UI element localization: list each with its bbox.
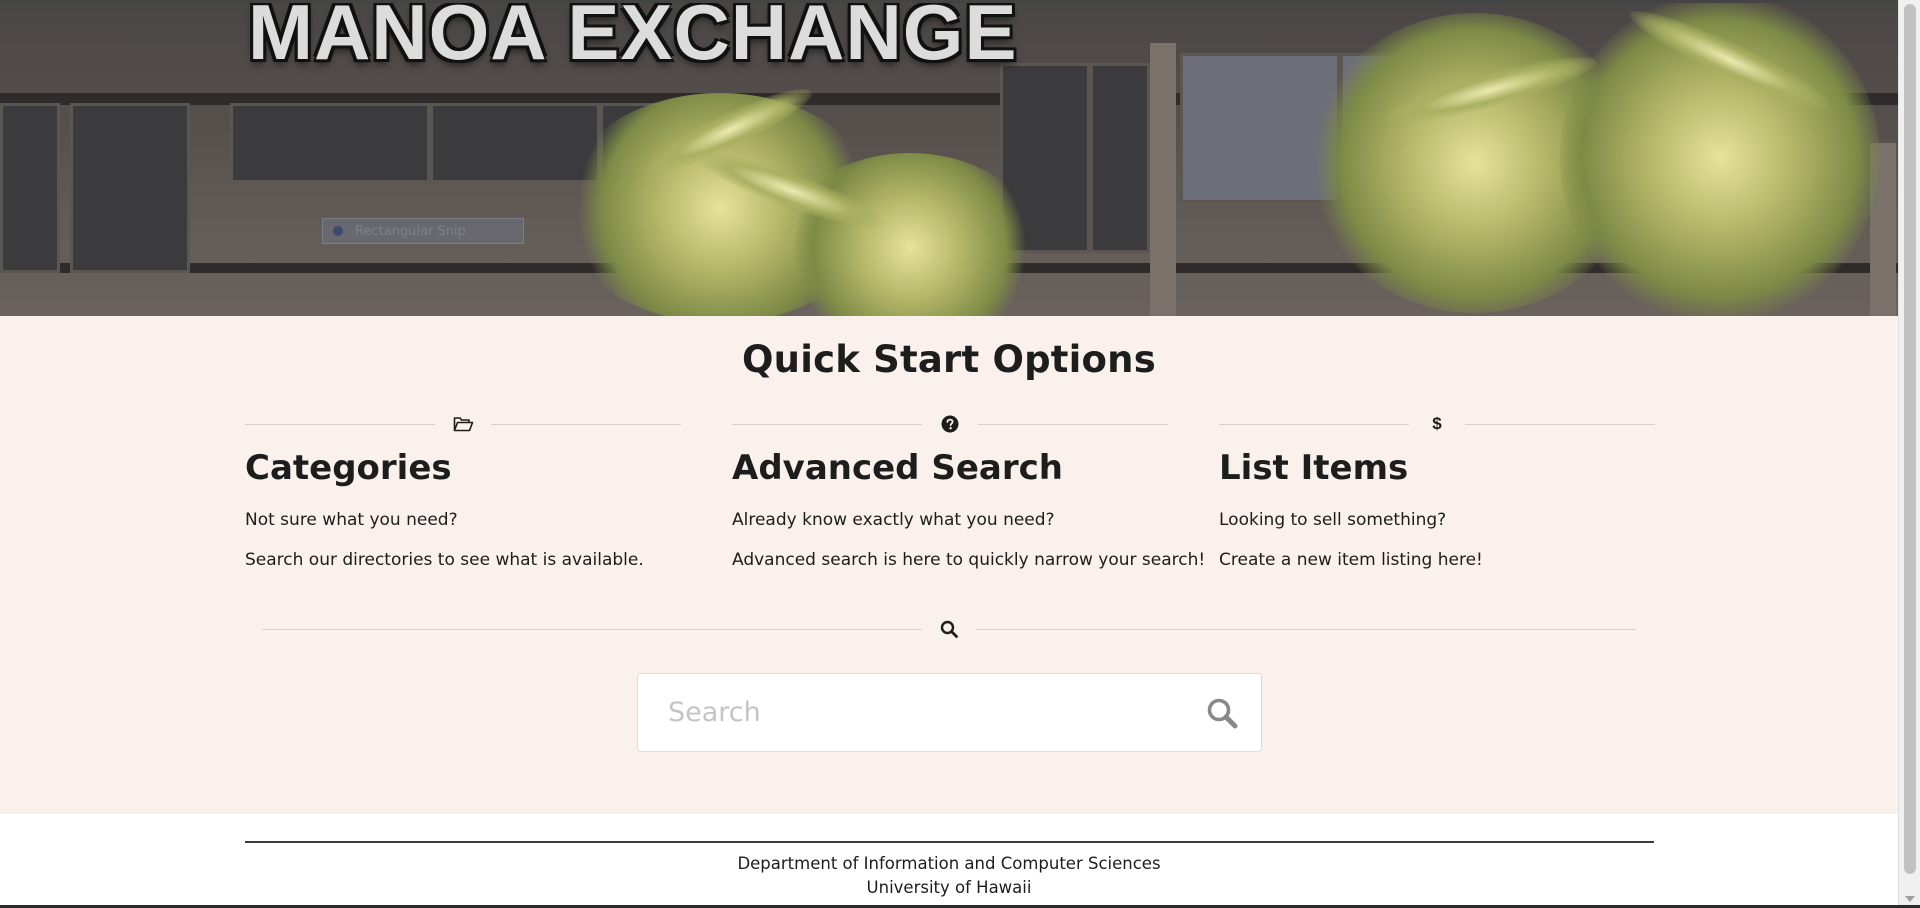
categories-line1: Not sure what you need? [245,510,458,530]
question-circle-icon [938,414,962,434]
search-button[interactable] [1203,694,1241,732]
list-items-title[interactable]: List Items [1219,448,1655,488]
folder-open-icon [451,414,475,434]
vertical-scrollbar[interactable] [1898,0,1920,908]
column-divider: $ [1219,414,1655,434]
search-box [637,673,1262,752]
snip-label: Rectangular Snip [355,223,466,239]
column-divider [732,414,1168,434]
building-window [70,103,190,273]
advanced-search-column: Advanced Search Already know exactly wha… [732,414,1206,570]
list-items-line1: Looking to sell something? [1219,510,1447,530]
page: MANOA EXCHANGE Rectangular Snip Quick St… [0,0,1898,908]
hero-banner: MANOA EXCHANGE Rectangular Snip [0,3,1898,316]
site-title: MANOA EXCHANGE [248,3,1018,76]
section-title: Quick Start Options [742,338,1156,381]
categories-line2: Search our directories to see what is av… [245,550,644,570]
snip-overlay: Rectangular Snip [322,218,524,244]
categories-title[interactable]: Categories [245,448,681,488]
list-items-line2: Create a new item listing here! [1219,550,1483,570]
footer-department: Department of Information and Computer S… [737,854,1161,873]
dollar-icon: $ [1432,414,1442,433]
search-input[interactable] [638,682,1158,743]
snip-icon [333,226,343,236]
scrollbar-thumb[interactable] [1904,4,1916,874]
footer-university: University of Hawaii [866,878,1032,897]
search-icon [937,618,961,640]
footer: Department of Information and Computer S… [0,814,1898,908]
categories-column: Categories Not sure what you need? Searc… [245,414,681,570]
quick-start-section: Quick Start Options Categories Not sure … [0,316,1898,814]
advanced-search-title[interactable]: Advanced Search [732,448,1168,488]
search-icon [1207,698,1238,729]
advanced-search-line2: Advanced search is here to quickly narro… [732,550,1206,570]
column-divider [245,414,681,434]
advanced-search-line1: Already know exactly what you need? [732,510,1055,530]
footer-rule [245,841,1654,843]
search-divider [262,618,1636,638]
building-window [230,103,430,183]
building-column [1150,43,1176,316]
list-items-column: $ List Items Looking to sell something? … [1219,414,1655,570]
scroll-down-icon[interactable] [1905,896,1915,902]
building-window [0,103,60,273]
building-window [1090,63,1150,253]
